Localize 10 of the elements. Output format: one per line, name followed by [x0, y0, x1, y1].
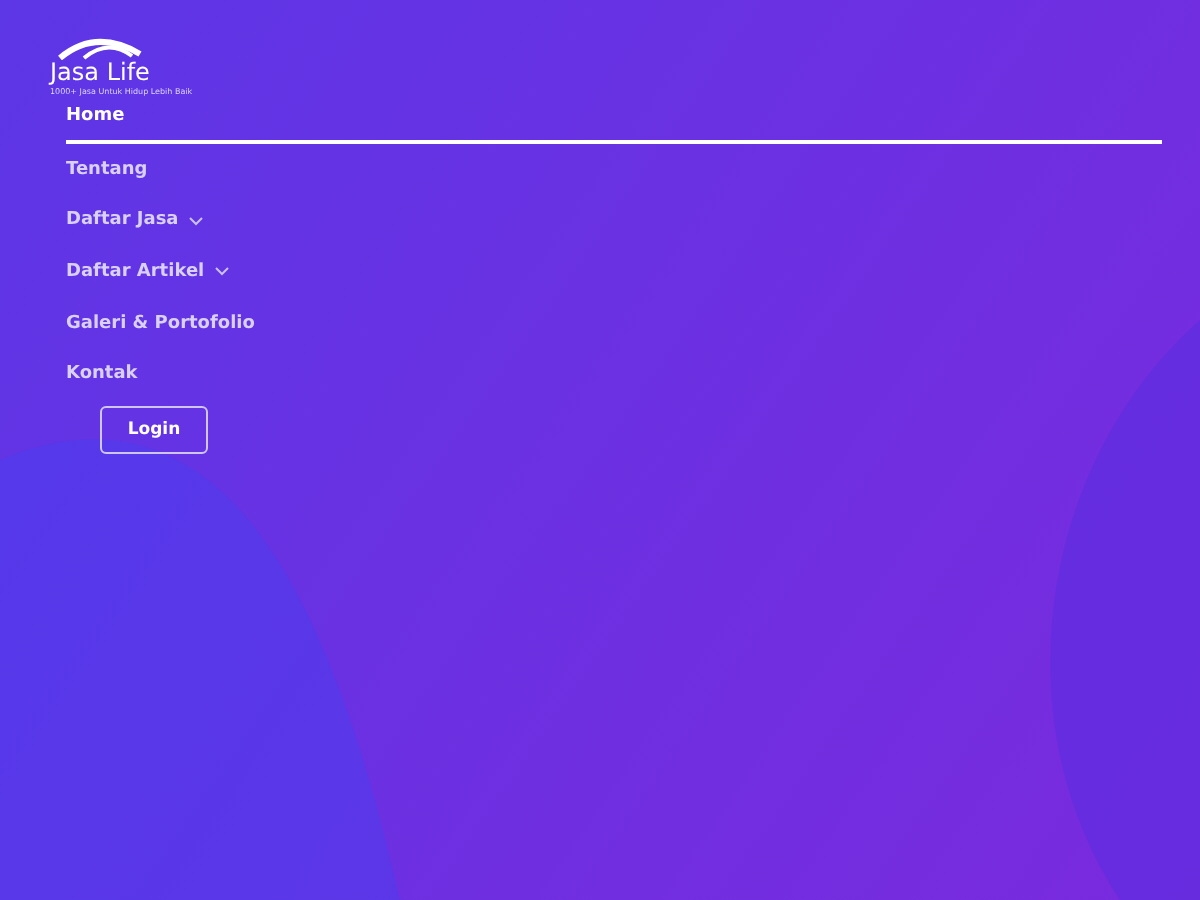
nav-link[interactable]: Tentang: [66, 144, 1162, 196]
nav-link[interactable]: Daftar Artikel: [66, 246, 1162, 298]
chevron-down-icon: [188, 215, 205, 226]
nav-link[interactable]: Kontak: [66, 348, 1162, 400]
nav-link[interactable]: Galeri & Portofolio: [66, 297, 1162, 349]
login-button[interactable]: Login: [100, 405, 208, 454]
nav-link[interactable]: Home: [66, 104, 1162, 144]
chevron-down-icon: [214, 266, 231, 277]
logo-text[interactable]: Jasa Life: [50, 60, 150, 86]
nav-link[interactable]: Daftar Jasa: [66, 195, 1162, 247]
